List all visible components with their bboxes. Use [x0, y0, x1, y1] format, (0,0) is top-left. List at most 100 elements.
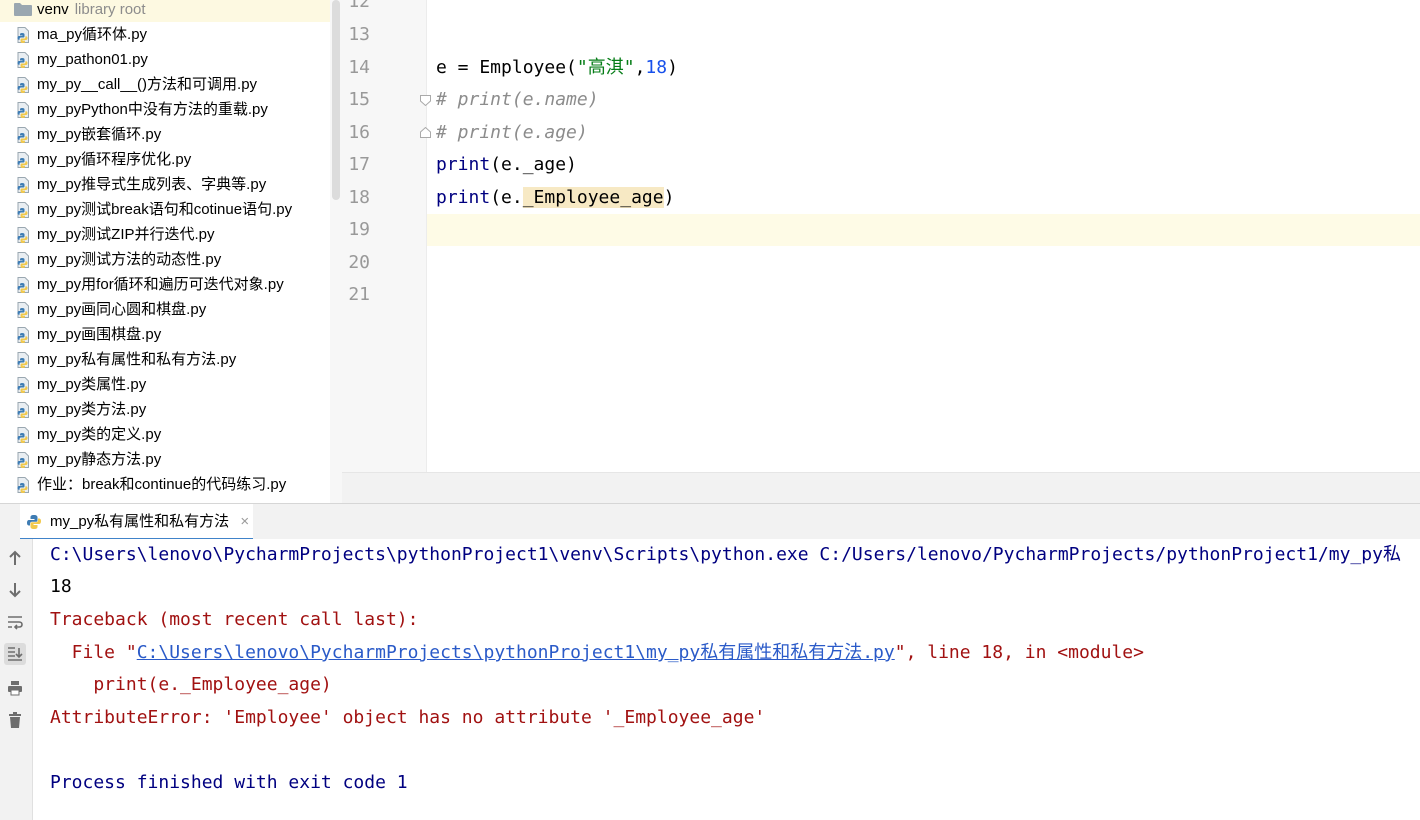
console-traceback-source: print(e._Employee_age) [50, 674, 332, 695]
line-number: 17 [348, 154, 370, 175]
console-exit-message: Process finished with exit code 1 [50, 772, 408, 793]
trash-icon[interactable] [4, 709, 26, 731]
tree-item-file[interactable]: my_py嵌套循环.py [0, 122, 342, 147]
line-number: 19 [348, 219, 370, 240]
tree-item-label: my_py画同心圆和棋盘.py [37, 301, 207, 318]
arrow-down-icon[interactable] [4, 579, 26, 601]
scroll-to-end-icon[interactable] [4, 643, 26, 665]
code-builtin: print [436, 187, 491, 208]
traceback-file-prefix: File " [50, 642, 137, 663]
soft-wrap-icon[interactable] [4, 611, 26, 633]
tree-item-label: my_py__call__()方法和可调用.py [37, 76, 258, 93]
python-file-icon [17, 302, 29, 318]
tree-item-file[interactable]: 作业：break和continue的代码练习.py [0, 472, 342, 497]
traceback-file-suffix: ", line 18, in <module> [894, 642, 1144, 663]
highlighted-identifier: _Employee_age [522, 187, 664, 208]
arrow-up-icon[interactable] [4, 547, 26, 569]
python-file-icon [17, 327, 29, 343]
tree-item-file[interactable]: my_py画围棋盘.py [0, 322, 342, 347]
code-token: (e._age) [490, 154, 577, 175]
python-file-icon [17, 427, 29, 443]
code-line-18[interactable]: print(e._Employee_age) [436, 182, 674, 214]
code-string: "高淇" [576, 57, 635, 78]
line-number: 12 [348, 0, 370, 12]
tree-item-label: my_py测试ZIP并行迭代.py [37, 226, 215, 243]
tree-item-label: my_py测试方法的动态性.py [37, 251, 222, 268]
line-number: 21 [348, 284, 370, 305]
tree-item-file[interactable]: my_py__call__()方法和可调用.py [0, 72, 342, 97]
line-number: 15 [348, 89, 370, 110]
run-console[interactable]: C:\Users\lenovo\PycharmProjects\pythonPr… [33, 539, 1420, 820]
tree-item-file[interactable]: my_py用for循环和遍历可迭代对象.py [0, 272, 342, 297]
tree-item-file[interactable]: my_py测试方法的动态性.py [0, 247, 342, 272]
tree-item-label: my_py测试break语句和cotinue语句.py [37, 201, 293, 218]
code-line-15[interactable]: # print(e.name) [436, 84, 599, 116]
fold-start-icon[interactable] [420, 95, 431, 106]
python-file-icon [17, 177, 29, 193]
code-token: (e. [490, 187, 523, 208]
tree-item-label: my_py类方法.py [37, 401, 147, 418]
python-file-icon [17, 277, 29, 293]
tree-item-label: ma_py循环体.py [37, 26, 148, 43]
tree-item-file[interactable]: my_py类属性.py [0, 372, 342, 397]
tree-item-file[interactable]: my_pathon01.py [0, 47, 342, 72]
tree-scrollbar[interactable] [330, 0, 342, 503]
print-icon[interactable] [4, 677, 26, 699]
run-tab-label: my_py私有属性和私有方法 [50, 513, 230, 530]
python-file-icon [17, 102, 29, 118]
code-line-14[interactable]: e = Employee("高淇",18) [436, 52, 678, 84]
line-number: 18 [348, 187, 370, 208]
python-file-icon [17, 77, 29, 93]
console-output-line: 18 [50, 576, 72, 597]
python-icon [27, 515, 41, 529]
code-line-17[interactable]: print(e._age) [436, 149, 577, 181]
tree-item-file[interactable]: my_py类的定义.py [0, 422, 342, 447]
folder-icon [14, 3, 32, 16]
tree-item-file[interactable]: my_pyPython中没有方法的重载.py [0, 97, 342, 122]
python-file-icon [17, 377, 29, 393]
code-builtin: print [436, 154, 491, 175]
tree-item-file[interactable]: my_py测试break语句和cotinue语句.py [0, 197, 342, 222]
tree-item-file[interactable]: ma_py循环体.py [0, 22, 342, 47]
tree-item-file[interactable]: my_py静态方法.py [0, 447, 342, 472]
line-number: 20 [348, 252, 370, 273]
python-file-icon [17, 152, 29, 168]
console-traceback-header: Traceback (most recent call last): [50, 609, 419, 630]
python-file-icon [17, 227, 29, 243]
code-token: e = Employee( [436, 57, 577, 78]
python-file-icon [17, 477, 29, 493]
tree-item-label: my_py静态方法.py [37, 451, 162, 468]
console-command-line: C:\Users\lenovo\PycharmProjects\pythonPr… [50, 544, 1401, 565]
code-editor[interactable]: 12 13 14 15 16 17 18 19 20 21 e = Employ… [342, 0, 1420, 472]
tree-item-label: my_py推导式生成列表、字典等.py [37, 176, 267, 193]
code-line-16[interactable]: # print(e.age) [436, 117, 588, 149]
code-token: ) [667, 57, 678, 78]
library-root-hint: library root [74, 1, 146, 18]
python-file-icon [17, 352, 29, 368]
editor-horizontal-scrollbar[interactable] [342, 472, 1420, 504]
python-file-icon [17, 452, 29, 468]
tree-item-venv[interactable]: venv library root [0, 0, 342, 22]
python-file-icon [17, 402, 29, 418]
tree-scrollbar-thumb[interactable] [332, 0, 340, 200]
code-token: , [634, 57, 646, 78]
project-tree: venv library root ma_py循环体.py my_pathon01.… [0, 0, 342, 497]
close-icon[interactable]: × [240, 504, 249, 540]
run-tab[interactable]: my_py私有属性和私有方法 × [20, 504, 254, 540]
tree-item-file[interactable]: my_py画同心圆和棋盘.py [0, 297, 342, 322]
tree-item-file[interactable]: my_py推导式生成列表、字典等.py [0, 172, 342, 197]
line-number: 13 [348, 24, 370, 45]
run-tab-bar: my_py私有属性和私有方法 × [0, 503, 1420, 540]
tree-item-label: venv [37, 1, 69, 18]
python-file-icon [17, 202, 29, 218]
tree-item-label: my_pyPython中没有方法的重载.py [37, 101, 268, 118]
tree-item-file[interactable]: my_py私有属性和私有方法.py [0, 347, 342, 372]
tree-item-file[interactable]: my_py循环程序优化.py [0, 147, 342, 172]
fold-end-icon[interactable] [420, 127, 431, 138]
traceback-file-link[interactable]: C:\Users\lenovo\PycharmProjects\pythonPr… [137, 642, 895, 663]
tree-item-file[interactable]: my_py测试ZIP并行迭代.py [0, 222, 342, 247]
tree-item-file[interactable]: my_py类方法.py [0, 397, 342, 422]
python-file-icon [17, 52, 29, 68]
console-error-message: AttributeError: 'Employee' object has no… [50, 707, 766, 728]
run-toolbar [0, 539, 33, 820]
